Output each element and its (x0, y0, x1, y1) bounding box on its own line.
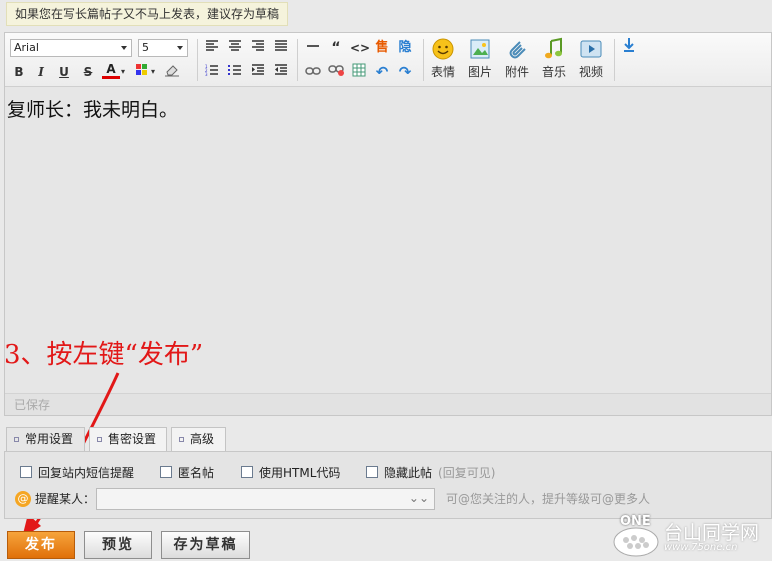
watermark-url: www.75one.cn (664, 542, 738, 553)
watermark-logo-text: ONE (620, 514, 651, 529)
anonymous-checkbox[interactable]: 匿名帖 (160, 465, 214, 481)
checkbox-box (20, 466, 32, 478)
checkbox-box (241, 466, 253, 478)
font-family-value: Arial (14, 41, 39, 54)
unordered-list-icon[interactable] (226, 63, 244, 81)
tab-marker-icon (97, 437, 102, 442)
underline-button[interactable]: U (55, 63, 73, 81)
strikethrough-button[interactable]: S (79, 63, 97, 81)
font-color-dropdown-icon[interactable]: ▾ (119, 63, 127, 81)
music-label: 音乐 (541, 65, 566, 79)
image-button[interactable]: 图片 (463, 37, 497, 83)
indent-icon[interactable] (249, 63, 267, 81)
code-icon[interactable]: <> (350, 39, 370, 57)
toolbar-divider (423, 39, 424, 81)
mention-label: 提醒某人： (35, 492, 96, 506)
at-icon: @ (15, 491, 31, 507)
toolbar-divider (297, 39, 298, 81)
image-label: 图片 (467, 65, 492, 79)
preview-button[interactable]: 预览 (84, 531, 152, 559)
link-icon[interactable] (304, 63, 322, 81)
tab-label: 高级 (190, 432, 215, 446)
table-icon[interactable] (350, 63, 368, 81)
align-left-icon[interactable] (203, 39, 221, 57)
attachment-button[interactable]: 附件 (500, 37, 534, 83)
mention-input[interactable]: ⌄⌄ (96, 488, 435, 510)
svg-text:3: 3 (205, 72, 208, 76)
editor-toolbar: Arial 5 B I U S A ▾ ▾ 123 “ <> 售 隐 ↶ ↷ 表… (5, 33, 771, 87)
paperclip-icon (509, 41, 526, 59)
video-label: 视频 (578, 65, 603, 79)
instruction-annotation: 3、按左键“发布” (4, 340, 204, 370)
font-size-value: 5 (142, 41, 149, 54)
double-chevron-down-icon[interactable]: ⌄⌄ (409, 491, 429, 505)
chevron-down-icon (121, 46, 127, 50)
font-color-button[interactable]: A (102, 62, 120, 79)
music-note-icon (545, 37, 562, 59)
emoticon-button[interactable]: 表情 (426, 37, 460, 83)
publish-button[interactable]: 发布 (7, 531, 75, 559)
hide-post-label: 隐藏此帖 (384, 466, 433, 480)
ordered-list-icon[interactable]: 123 (203, 63, 221, 81)
italic-button[interactable]: I (32, 63, 50, 81)
hide-post-checkbox[interactable]: 隐藏此帖 (回复可见) (366, 465, 495, 481)
tab-marker-icon (14, 437, 19, 442)
video-button[interactable]: 视频 (574, 37, 608, 83)
horizontal-rule-icon[interactable] (304, 39, 322, 57)
smiley-icon (432, 38, 454, 60)
download-icon[interactable] (620, 37, 638, 55)
font-size-select[interactable]: 5 (138, 39, 188, 57)
html-code-label: 使用HTML代码 (259, 466, 341, 480)
site-watermark: ONE 台山同学网 www.75one.cn (610, 514, 772, 560)
emoticon-label: 表情 (430, 65, 455, 79)
font-family-select[interactable]: Arial (10, 39, 132, 57)
anonymous-label: 匿名帖 (178, 466, 215, 480)
settings-panel: 回复站内短信提醒 匿名帖 使用HTML代码 隐藏此帖 (回复可见) @ 提醒某人：… (4, 451, 772, 519)
draft-tip: 如果您在写长篇帖子又不马上发表，建议存为草稿 (6, 2, 289, 26)
bold-button[interactable]: B (10, 63, 28, 81)
align-justify-icon[interactable] (272, 39, 290, 57)
tab-common-settings[interactable]: 常用设置 (6, 427, 85, 452)
tab-label: 常用设置 (25, 432, 74, 446)
background-color-dropdown-icon[interactable]: ▾ (149, 63, 157, 81)
chevron-down-icon (177, 46, 183, 50)
align-right-icon[interactable] (249, 39, 267, 57)
outdent-icon[interactable] (272, 63, 290, 81)
watermark-title: 台山同学网 (664, 522, 760, 544)
hide-icon[interactable]: 隐 (396, 39, 414, 57)
music-button[interactable]: 音乐 (537, 37, 571, 83)
undo-icon[interactable]: ↶ (373, 63, 391, 81)
save-draft-button[interactable]: 存为草稿 (161, 531, 250, 559)
attachment-label: 附件 (504, 65, 529, 79)
hide-post-hint: (回复可见) (438, 466, 496, 480)
tab-label: 售密设置 (108, 432, 157, 446)
save-status: 已保存 (5, 393, 771, 415)
toolbar-divider (197, 39, 198, 81)
video-icon (580, 40, 602, 58)
eraser-icon[interactable] (163, 63, 181, 81)
tab-marker-icon (179, 437, 184, 442)
checkbox-box (160, 466, 172, 478)
tab-advanced[interactable]: 高级 (171, 427, 226, 451)
sms-reply-label: 回复站内短信提醒 (38, 466, 135, 480)
redo-icon[interactable]: ↷ (396, 63, 414, 81)
picture-icon (470, 39, 490, 59)
toolbar-divider (614, 39, 615, 81)
sell-icon[interactable]: 售 (373, 39, 391, 57)
mention-hint: 可@您关注的人，提升等级可@更多人 (446, 492, 651, 506)
quote-icon[interactable]: “ (327, 39, 345, 57)
sms-reply-checkbox[interactable]: 回复站内短信提醒 (20, 465, 134, 481)
checkbox-box (366, 466, 378, 478)
unlink-icon[interactable] (327, 63, 345, 81)
align-center-icon[interactable] (226, 39, 244, 57)
html-code-checkbox[interactable]: 使用HTML代码 (241, 465, 340, 481)
tab-sale-settings[interactable]: 售密设置 (89, 427, 167, 451)
